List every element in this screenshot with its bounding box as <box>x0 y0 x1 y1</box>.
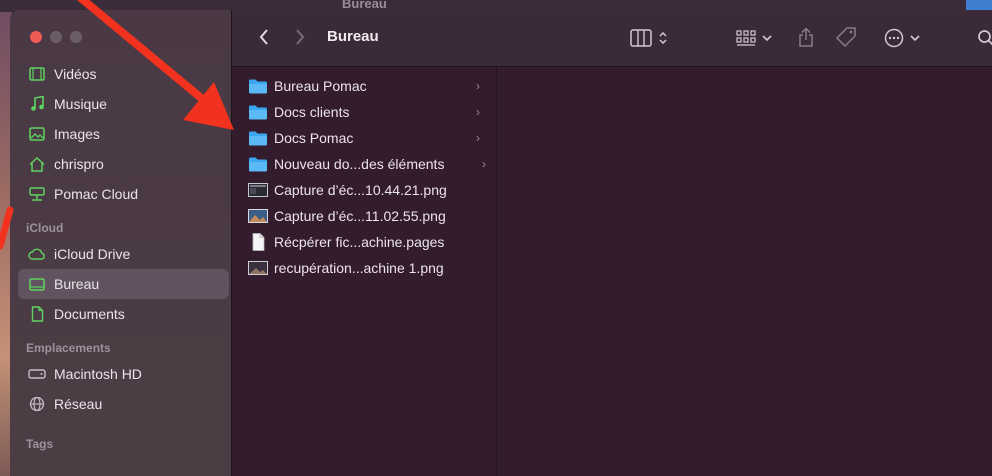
pages-document-icon <box>248 233 268 251</box>
file-row-bureau-pomac[interactable]: Bureau Pomac › <box>232 73 496 99</box>
photo-icon <box>28 125 46 143</box>
search-button[interactable] <box>974 26 992 50</box>
file-row-capture-1[interactable]: Capture d’éc...10.44.21.png <box>232 177 496 203</box>
sidebar-item-musique[interactable]: Musique <box>10 89 231 119</box>
file-row-pages-document[interactable]: Récpérer fic...achine.pages <box>232 229 496 255</box>
sidebar-item-macintosh-hd[interactable]: Macintosh HD <box>10 359 231 389</box>
screenshot-file-icon <box>248 260 268 276</box>
sidebar-item-reseau[interactable]: Réseau <box>10 389 231 419</box>
file-name: Capture d’éc...11.02.55.png <box>274 208 446 224</box>
forward-button[interactable] <box>290 26 310 48</box>
chevron-left-icon <box>259 29 268 45</box>
tag-icon <box>835 27 856 48</box>
close-button[interactable] <box>30 31 42 43</box>
chevron-right-icon: › <box>476 105 480 119</box>
sidebar-section-locations: Emplacements <box>26 341 111 355</box>
column-bureau: Bureau Pomac › Docs clients › Docs Pomac… <box>232 67 497 476</box>
file-name: recupération...achine 1.png <box>274 260 444 276</box>
sidebar-item-documents[interactable]: Documents <box>10 299 231 329</box>
file-name: Capture d’éc...10.44.21.png <box>274 182 447 198</box>
chevron-right-icon: › <box>476 131 480 145</box>
empty-column <box>497 67 992 476</box>
sidebar-item-chrispro[interactable]: chrispro <box>10 149 231 179</box>
sidebar-section-icloud: iCloud <box>26 221 64 235</box>
tag-button[interactable] <box>833 24 859 50</box>
chevron-right-icon <box>296 29 305 45</box>
network-drive-icon <box>28 185 46 203</box>
screenshot-file-icon <box>248 208 268 224</box>
desktop-icon <box>28 275 46 293</box>
window-title: Bureau <box>327 28 379 45</box>
sidebar-item-label: Macintosh HD <box>54 366 142 382</box>
sidebar-item-images[interactable]: Images <box>10 119 231 149</box>
file-row-nouveau-dossier[interactable]: Nouveau do...des éléments › <box>232 151 496 177</box>
sidebar-item-label: Images <box>54 126 100 142</box>
sidebar-item-label: Documents <box>54 306 125 322</box>
sidebar-section-tags: Tags <box>26 437 54 451</box>
sidebar-item-bureau[interactable]: Bureau <box>18 269 229 299</box>
sidebar-item-label: iCloud Drive <box>54 246 131 262</box>
home-icon <box>28 155 46 173</box>
folder-icon <box>248 104 268 120</box>
document-icon <box>28 305 46 323</box>
group-button[interactable] <box>732 26 776 50</box>
film-icon <box>28 65 46 83</box>
file-name: Docs Pomac <box>274 130 354 146</box>
file-browser: Bureau Pomac › Docs clients › Docs Pomac… <box>232 67 992 476</box>
ellipsis-circle-icon <box>884 28 904 48</box>
file-row-capture-2[interactable]: Capture d’éc...11.02.55.png <box>232 203 496 229</box>
columns-view-icon <box>630 29 652 47</box>
sidebar-item-label: Bureau <box>54 276 100 292</box>
chevron-right-icon: › <box>482 157 486 171</box>
back-button[interactable] <box>254 26 274 48</box>
file-row-docs-pomac[interactable]: Docs Pomac › <box>232 125 496 151</box>
share-icon <box>799 27 813 47</box>
hard-drive-icon <box>28 365 46 383</box>
globe-icon <box>28 395 46 413</box>
file-row-recuperation-png[interactable]: recupération...achine 1.png <box>232 255 496 281</box>
sidebar-item-pomac-cloud[interactable]: Pomac Cloud <box>10 179 231 209</box>
chevron-right-icon: › <box>476 79 480 93</box>
finder-window: Vidéos Musique Images chrispro Pomac Clo… <box>10 10 992 476</box>
file-name: Récpérer fic...achine.pages <box>274 234 445 250</box>
sidebar-list: Vidéos Musique Images chrispro Pomac Clo… <box>10 62 231 455</box>
sidebar-item-label: chrispro <box>54 156 104 172</box>
folder-icon <box>248 78 268 94</box>
sidebar-item-label: Vidéos <box>54 66 97 82</box>
zoom-button[interactable] <box>70 31 82 43</box>
sidebar-item-label: Réseau <box>54 396 103 412</box>
sidebar-item-icloud-drive[interactable]: iCloud Drive <box>10 239 231 269</box>
music-note-icon <box>28 95 46 113</box>
search-icon <box>978 30 992 46</box>
file-row-docs-clients[interactable]: Docs clients › <box>232 99 496 125</box>
folder-icon <box>248 156 268 172</box>
toolbar: Bureau <box>232 10 992 67</box>
minimize-button[interactable] <box>50 31 62 43</box>
view-columns-button[interactable] <box>625 26 673 50</box>
cloud-icon <box>28 245 46 263</box>
chevron-updown-icon <box>659 31 667 45</box>
sidebar-item-label: Pomac Cloud <box>54 186 139 202</box>
sidebar-item-videos[interactable]: Vidéos <box>10 59 231 89</box>
file-name: Docs clients <box>274 104 350 120</box>
sidebar: Vidéos Musique Images chrispro Pomac Clo… <box>10 10 232 476</box>
action-menu-button[interactable] <box>880 26 924 50</box>
chevron-down-icon <box>910 35 920 42</box>
sidebar-item-label: Musique <box>54 96 107 112</box>
file-name: Bureau Pomac <box>274 78 367 94</box>
screenshot-file-icon <box>248 182 268 198</box>
window-controls <box>30 31 82 43</box>
share-button[interactable] <box>794 24 818 50</box>
file-name: Nouveau do...des éléments <box>274 156 445 172</box>
folder-icon <box>248 130 268 146</box>
grid-group-icon <box>736 30 756 46</box>
chevron-down-icon <box>762 35 772 42</box>
